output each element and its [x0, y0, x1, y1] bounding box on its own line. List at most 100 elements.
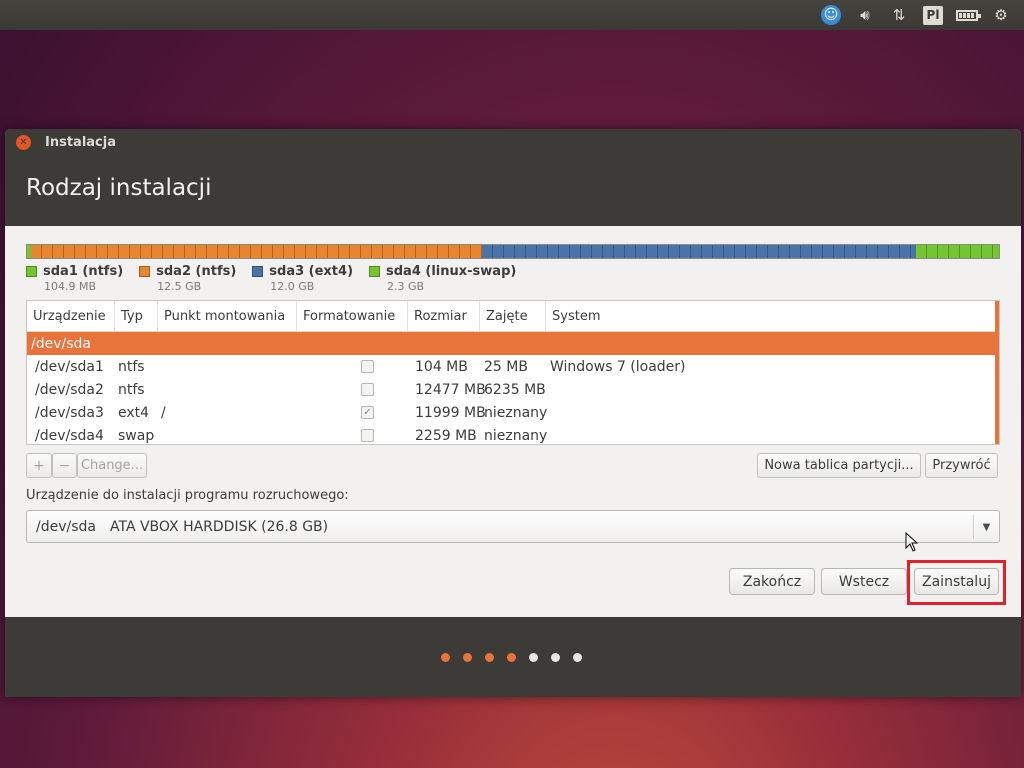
quit-button[interactable]: Zakończ [729, 568, 815, 595]
legend-label: sda1 (ntfs) [43, 264, 124, 279]
column-header[interactable]: Urządzenie [27, 301, 115, 331]
device-cell: /dev/sda [31, 335, 91, 352]
format-checkbox[interactable] [361, 429, 374, 442]
partition-toolbar: + − Change... Nowa tablica partycji... P… [26, 453, 1000, 479]
legend-item: sda4 (linux-swap) 2.3 GB [369, 264, 516, 293]
installer-window: ✕ Instalacja Rodzaj instalacji sda1 (ntf… [5, 129, 1021, 697]
used-cell: nieznany [484, 427, 548, 444]
accessibility-icon: ☺ [821, 5, 841, 25]
network-icon: ⇅ [892, 6, 906, 24]
column-header[interactable]: Punkt montowania [158, 301, 297, 331]
partition-segment-sda3 [482, 245, 916, 258]
table-row[interactable]: /dev/sda2 ntfs 12477 MB 6235 MB [27, 378, 999, 401]
window-title: Instalacja [45, 134, 116, 150]
device-cell: /dev/sda1 [35, 358, 104, 375]
legend-size: 12.0 GB [270, 280, 315, 293]
table-row[interactable]: /dev/sda1 ntfs 104 MB 25 MB Windows 7 (loade… [27, 355, 999, 378]
bootloader-description: ATA VBOX HARDDISK (26.8 GB) [109, 518, 329, 535]
back-button[interactable]: Wstecz [821, 568, 907, 595]
header-band: Rodzaj instalacji [5, 155, 1021, 226]
used-cell: 25 MB [484, 358, 528, 375]
top-panel: ☺ 🔊︎ ⇅ Pl ⚙ [0, 0, 1024, 30]
format-cell [297, 360, 408, 373]
keyboard-layout-icon: Pl [923, 5, 943, 25]
table-header: Urządzenie Typ Punkt montowania Formatow… [27, 301, 999, 332]
used-cell: 6235 MB [484, 381, 546, 398]
system-cell: Windows 7 (loader) [550, 358, 686, 375]
legend-swatch [26, 266, 37, 277]
table-row[interactable]: /dev/sda3 ext4 / ✓ 11999 MB nieznany [27, 401, 999, 424]
format-cell [297, 429, 408, 442]
size-cell: 2259 MB [415, 427, 477, 444]
legend-swatch [369, 266, 381, 277]
type-cell: ext4 [118, 404, 150, 421]
column-header[interactable]: System [546, 301, 999, 331]
volume-icon: 🔊︎ [860, 6, 870, 24]
table-row[interactable]: /dev/sda4 swap 2259 MB nieznany [27, 424, 999, 444]
progress-dots [441, 653, 595, 662]
size-cell: 104 MB [415, 358, 468, 375]
size-cell: 12477 MB [415, 381, 486, 398]
progress-dot [463, 653, 472, 662]
legend-item: sda3 (ext4) 12.0 GB [252, 264, 353, 293]
battery-icon [956, 9, 981, 21]
partition-table[interactable]: Urządzenie Typ Punkt montowania Formatow… [26, 300, 1000, 445]
bootloader-device-select[interactable]: /dev/sda ATA VBOX HARDDISK (26.8 GB) ▼ [26, 510, 1000, 543]
legend-swatch [139, 266, 151, 277]
partition-segment-sda2 [30, 245, 483, 258]
mount-cell: / [161, 404, 166, 421]
add-partition-button[interactable]: + [26, 453, 52, 478]
battery-indicator[interactable] [950, 0, 984, 30]
legend-size: 104.9 MB [44, 280, 97, 293]
type-cell: ntfs [118, 358, 145, 375]
legend-label: sda3 (ext4) [269, 264, 354, 279]
format-cell: ✓ [297, 406, 408, 419]
legend-label: sda2 (ntfs) [156, 264, 237, 279]
format-checkbox[interactable] [361, 383, 374, 396]
progress-dot [529, 653, 538, 662]
window-titlebar: ✕ Instalacja [5, 129, 1021, 155]
revert-button[interactable]: Przywróć [925, 453, 998, 478]
progress-footer [5, 617, 1021, 697]
column-header[interactable]: Rozmiar [408, 301, 480, 331]
type-cell: ntfs [118, 381, 145, 398]
format-checkbox[interactable]: ✓ [361, 406, 374, 419]
install-button-highlight [907, 560, 1006, 605]
table-body: /dev/sda1 ntfs 104 MB 25 MB Windows 7 (loade… [27, 355, 999, 444]
format-checkbox[interactable] [361, 360, 374, 373]
format-cell [297, 383, 408, 396]
size-cell: 11999 MB [415, 404, 486, 421]
remove-partition-button[interactable]: − [52, 453, 77, 478]
device-cell: /dev/sda3 [35, 404, 104, 421]
progress-dot [485, 653, 494, 662]
column-header[interactable]: Typ [115, 301, 158, 331]
column-header[interactable]: Zajęte [480, 301, 546, 331]
table-row-selected[interactable]: /dev/sda [27, 332, 999, 355]
new-partition-table-button[interactable]: Nowa tablica partycji... [757, 453, 921, 478]
accessibility-indicator[interactable]: ☺ [814, 0, 848, 30]
close-icon[interactable]: ✕ [16, 134, 31, 150]
settings-gear-icon: ⚙ [994, 6, 1008, 24]
device-cell: /dev/sda2 [35, 381, 104, 398]
partition-bar [26, 244, 1000, 259]
dropdown-arrow-icon: ▼ [973, 515, 999, 539]
column-header[interactable]: Formatowanie [297, 301, 408, 331]
network-indicator[interactable]: ⇅ [882, 0, 916, 30]
progress-dot [441, 653, 450, 662]
partition-segment-sda4 [915, 245, 999, 258]
session-indicator[interactable]: ⚙ [984, 0, 1018, 30]
used-cell: nieznany [484, 404, 548, 421]
volume-indicator[interactable]: 🔊︎ [848, 0, 882, 30]
progress-dot [551, 653, 560, 662]
bootloader-label: Urządzenie do instalacji programu rozruc… [26, 488, 349, 503]
legend-label: sda4 (linux-swap) [386, 264, 517, 279]
device-cell: /dev/sda4 [35, 427, 104, 444]
main-content: sda1 (ntfs) 104.9 MB sda2 (ntfs) 12.5 GB sda… [5, 226, 1021, 617]
progress-dot [507, 653, 516, 662]
legend-item: sda2 (ntfs) 12.5 GB [139, 264, 236, 293]
change-partition-button[interactable]: Change... [77, 453, 147, 478]
keyboard-indicator[interactable]: Pl [916, 0, 950, 30]
mouse-cursor-icon [905, 532, 919, 552]
partition-legend: sda1 (ntfs) 104.9 MB sda2 (ntfs) 12.5 GB sda… [26, 264, 532, 293]
progress-dot [573, 653, 582, 662]
